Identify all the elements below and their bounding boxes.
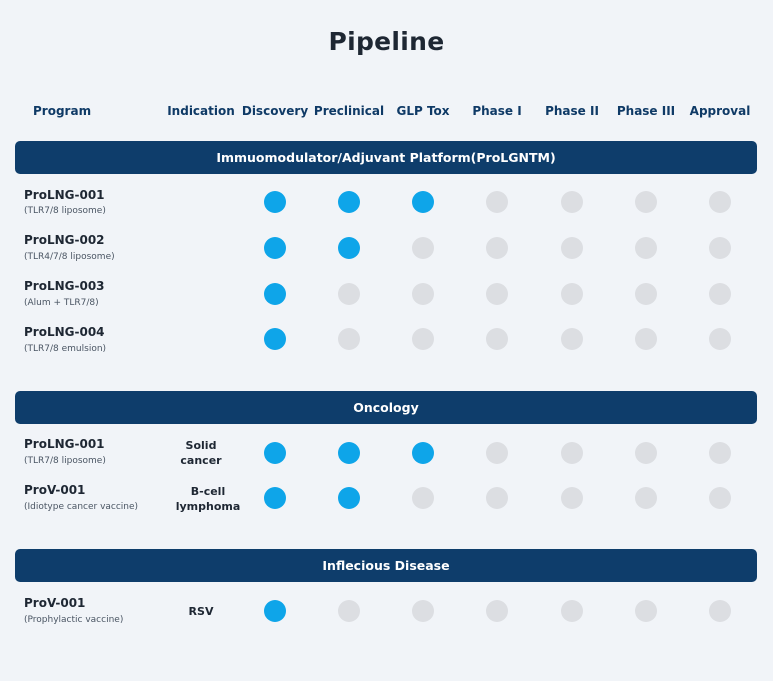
stage-dot-pending — [561, 283, 583, 305]
stage-dot-pending — [338, 283, 360, 305]
program-description: (TLR7/8 liposome) — [24, 456, 106, 466]
program-name: ProLNG-001 — [24, 188, 105, 202]
column-header-stage: Approval — [689, 104, 751, 118]
stage-dot-complete — [264, 442, 286, 464]
program-name: ProLNG-004 — [24, 325, 105, 339]
stage-dot-pending — [635, 442, 657, 464]
stage-dot-pending — [486, 191, 508, 213]
stage-dot-pending — [412, 237, 434, 259]
program-indication: B-cell lymphoma — [163, 484, 253, 514]
section-bar-oncology: Oncology — [15, 391, 757, 424]
stage-dot-complete — [412, 442, 434, 464]
stage-dot-pending — [338, 600, 360, 622]
stage-dot-complete — [264, 283, 286, 305]
column-header-stage: Preclinical — [313, 104, 385, 118]
stage-dot-pending — [635, 283, 657, 305]
stage-dot-complete — [264, 237, 286, 259]
stage-dot-pending — [561, 600, 583, 622]
stage-dot-complete — [338, 237, 360, 259]
stage-dot-pending — [486, 328, 508, 350]
stage-dot-pending — [561, 487, 583, 509]
stage-dot-pending — [561, 442, 583, 464]
stage-dot-pending — [635, 487, 657, 509]
indication-line: Solid — [185, 439, 217, 452]
stage-dot-complete — [412, 191, 434, 213]
stage-dot-pending — [338, 328, 360, 350]
stage-dot-pending — [709, 487, 731, 509]
stage-dot-pending — [709, 442, 731, 464]
stage-dot-complete — [264, 487, 286, 509]
stage-dot-pending — [561, 237, 583, 259]
stage-dot-pending — [486, 487, 508, 509]
program-description: (Prophylactic vaccine) — [24, 615, 124, 625]
program-description: (TLR4/7/8 liposome) — [24, 252, 115, 262]
column-header-stage: GLP Tox — [396, 104, 450, 118]
stage-dot-pending — [709, 600, 731, 622]
program-description: (TLR7/8 liposome) — [24, 206, 106, 216]
stage-dot-pending — [635, 328, 657, 350]
column-header-stage: Phase I — [472, 104, 522, 118]
column-header-stage: Discovery — [241, 104, 309, 118]
section-bar-infectious-disease: Inflecious Disease — [15, 549, 757, 582]
column-header-stage: Phase III — [616, 104, 676, 118]
stage-dot-pending — [486, 600, 508, 622]
indication-line: RSV — [188, 605, 214, 618]
section-bar-immunomodulator: Immuomodulator/Adjuvant Platform(ProLGNT… — [15, 141, 757, 174]
stage-dot-pending — [412, 328, 434, 350]
stage-dot-complete — [264, 328, 286, 350]
page-title: Pipeline — [328, 27, 445, 56]
stage-dot-pending — [709, 237, 731, 259]
column-header-stage: Phase II — [545, 104, 599, 118]
program-description: (Alum + TLR7/8) — [24, 298, 99, 308]
stage-dot-pending — [635, 237, 657, 259]
stage-dot-pending — [486, 442, 508, 464]
indication-line: cancer — [180, 454, 222, 467]
stage-dot-pending — [709, 328, 731, 350]
program-name: ProV-001 — [24, 483, 86, 497]
stage-dot-pending — [561, 191, 583, 213]
stage-dot-pending — [412, 600, 434, 622]
stage-dot-complete — [264, 191, 286, 213]
stage-dot-pending — [486, 283, 508, 305]
program-name: ProLNG-002 — [24, 233, 105, 247]
indication-line: B-cell — [190, 485, 226, 498]
stage-dot-pending — [635, 600, 657, 622]
stage-dot-pending — [709, 191, 731, 213]
stage-dot-pending — [486, 237, 508, 259]
stage-dot-pending — [635, 191, 657, 213]
stage-dot-pending — [709, 283, 731, 305]
program-indication: Solid cancer — [156, 438, 246, 468]
column-header-indication: Indication — [167, 104, 235, 118]
stage-dot-pending — [412, 283, 434, 305]
program-name: ProLNG-001 — [24, 437, 105, 451]
program-description: (TLR7/8 emulsion) — [24, 344, 107, 354]
program-name: ProLNG-003 — [24, 279, 105, 293]
stage-dot-pending — [412, 487, 434, 509]
program-description: (Idiotype cancer vaccine) — [24, 502, 139, 512]
stage-dot-complete — [338, 487, 360, 509]
stage-dot-pending — [561, 328, 583, 350]
indication-line: lymphoma — [175, 500, 241, 513]
stage-dot-complete — [338, 191, 360, 213]
program-indication: RSV — [156, 604, 246, 619]
stage-dot-complete — [338, 442, 360, 464]
stage-dot-complete — [264, 600, 286, 622]
column-header-program: Program — [33, 104, 92, 118]
program-name: ProV-001 — [24, 596, 86, 610]
